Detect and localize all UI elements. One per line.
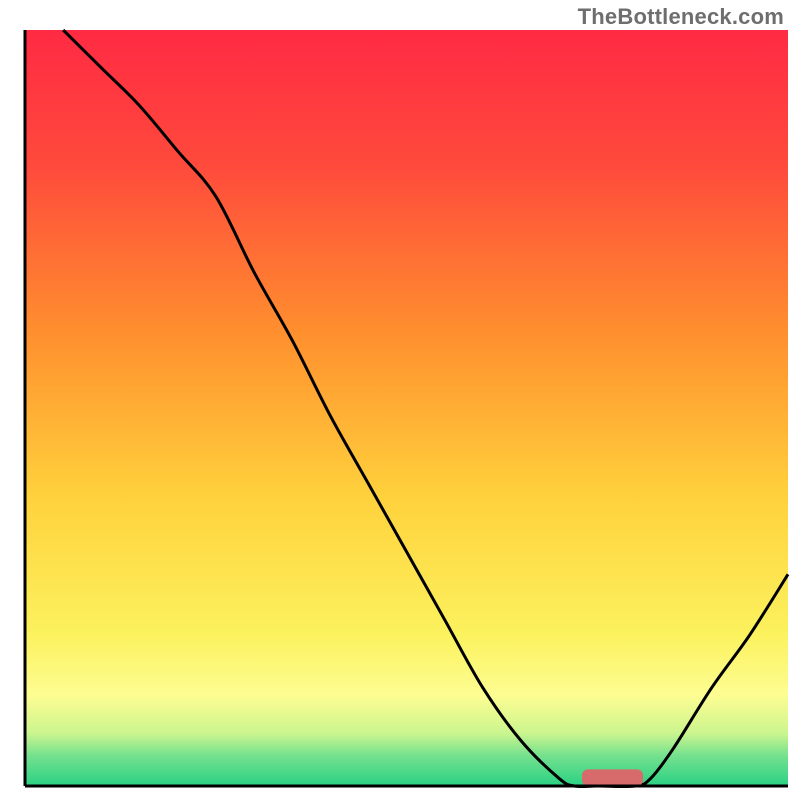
bottleneck-chart: [0, 0, 800, 800]
optimal-range-marker: [582, 769, 643, 786]
plot-background: [25, 30, 788, 786]
watermark-text: TheBottleneck.com: [578, 4, 784, 30]
